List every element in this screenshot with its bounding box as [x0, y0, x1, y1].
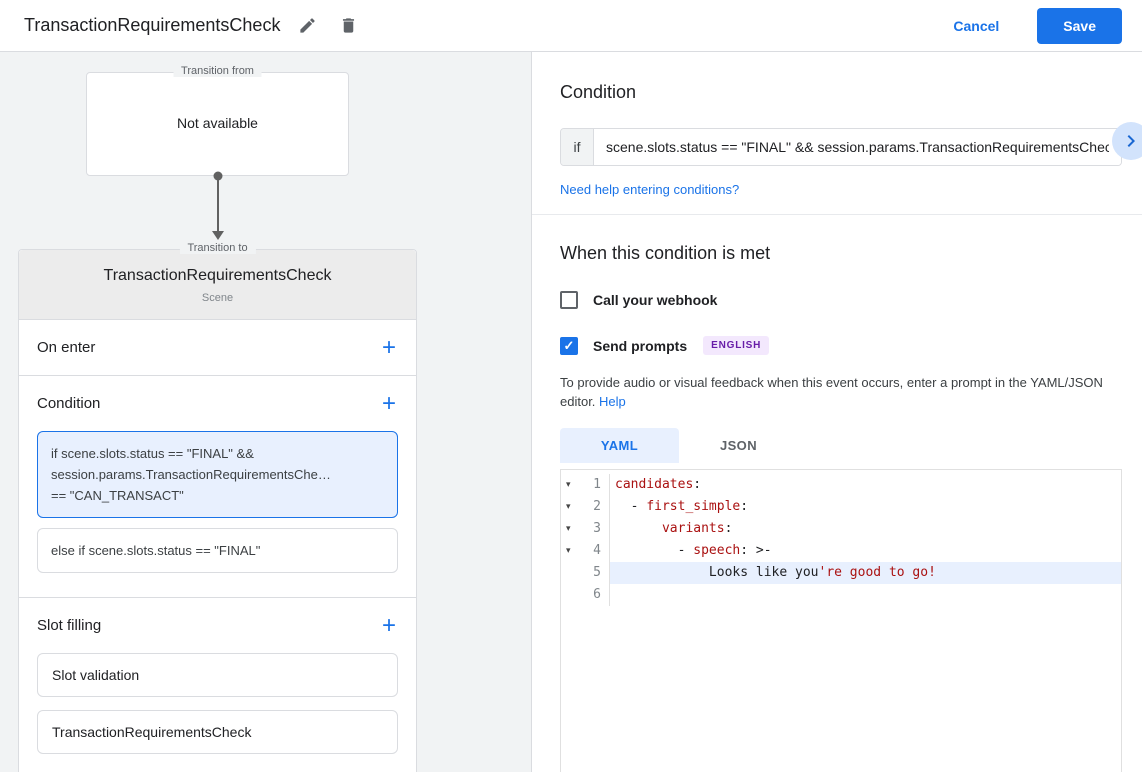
code-line-active: 5 Looks like you're good to go! [561, 562, 1121, 584]
condition-section: Condition + if scene.slots.status == "FI… [19, 376, 416, 598]
when-met-heading: When this condition is met [560, 243, 1122, 264]
fold-arrow-icon[interactable]: ▾ [561, 496, 577, 518]
send-prompts-checkbox[interactable]: ✓ [560, 337, 578, 355]
slot-card-validation[interactable]: Slot validation [37, 653, 398, 697]
webhook-row: Call your webhook [560, 291, 1122, 309]
condition-card-selected[interactable]: if scene.slots.status == "FINAL" && sess… [37, 431, 398, 518]
code-line: ▾ 2 - first_simple: [561, 496, 1121, 518]
line-number: 4 [577, 540, 601, 562]
transition-to-label: Transition to [179, 242, 255, 254]
prompt-description: To provide audio or visual feedback when… [560, 373, 1122, 411]
transition-to-box: Transition to TransactionRequirementsChe… [18, 249, 417, 772]
condition-expression-input[interactable] [594, 129, 1121, 165]
add-slot-button[interactable]: + [380, 616, 398, 636]
code-line: ▾ 1 candidates: [561, 474, 1121, 496]
language-badge: ENGLISH [703, 336, 769, 355]
collapse-panel-button[interactable] [1112, 122, 1142, 160]
scene-editor: TransactionRequirementsCheck Cancel Save… [0, 0, 1142, 772]
pencil-icon [298, 16, 317, 35]
checkmark-icon: ✓ [564, 339, 575, 352]
on-enter-label: On enter [37, 339, 95, 356]
save-button[interactable]: Save [1037, 8, 1122, 44]
header: TransactionRequirementsCheck Cancel Save [0, 0, 1142, 52]
fold-arrow-icon[interactable]: ▾ [561, 474, 577, 496]
plus-icon: + [382, 390, 396, 417]
send-prompts-row: ✓ Send prompts ENGLISH [560, 336, 1122, 355]
line-number: 5 [577, 562, 601, 584]
add-condition-button[interactable]: + [380, 394, 398, 414]
editor-tabs: YAML JSON [560, 428, 1122, 463]
plus-icon: + [382, 334, 396, 361]
delete-scene-button[interactable] [335, 12, 362, 39]
code-line: ▾ 4 - speech: >- [561, 540, 1121, 562]
conditions-help-link[interactable]: Need help entering conditions? [560, 182, 739, 197]
fold-arrow-icon[interactable]: ▾ [561, 518, 577, 540]
line-number: 6 [577, 584, 601, 606]
if-label: if [561, 129, 594, 165]
code-line: ▾ 3 variants: [561, 518, 1121, 540]
edit-title-button[interactable] [294, 12, 321, 39]
trash-icon [339, 16, 358, 35]
main-content: Transition from Not available Transition… [0, 52, 1142, 772]
on-enter-section: On enter + [19, 320, 416, 376]
line-number: 3 [577, 518, 601, 540]
add-on-enter-button[interactable]: + [380, 338, 398, 358]
plus-icon: + [382, 612, 396, 639]
scene-card-header[interactable]: TransactionRequirementsCheck Scene [19, 250, 416, 320]
condition-section-label: Condition [37, 395, 100, 412]
help-link[interactable]: Help [599, 394, 626, 409]
slot-filling-section: Slot filling + Slot validation Transacti… [19, 598, 416, 772]
transition-arrow-icon [18, 176, 417, 249]
condition-detail-panel: Condition if Need help entering conditio… [532, 52, 1142, 772]
scene-type: Scene [29, 292, 406, 304]
webhook-label: Call your webhook [593, 292, 717, 308]
line-number: 2 [577, 496, 601, 518]
slot-filling-label: Slot filling [37, 617, 101, 634]
tab-json[interactable]: JSON [679, 428, 798, 463]
line-number: 1 [577, 474, 601, 496]
chevron-right-icon [1119, 129, 1142, 153]
transition-from-box: Transition from Not available [86, 72, 349, 176]
condition-expression-group: if [560, 128, 1122, 166]
condition-card[interactable]: else if scene.slots.status == "FINAL" [37, 528, 398, 573]
condition-heading: Condition [560, 82, 636, 103]
fold-arrow-icon[interactable]: ▾ [561, 540, 577, 562]
send-prompts-label: Send prompts [593, 338, 687, 354]
scene-graph-panel: Transition from Not available Transition… [0, 52, 532, 772]
transition-from-content: Not available [87, 73, 348, 131]
yaml-editor[interactable]: ▾ 1 candidates: ▾ 2 - first_simple: ▾ [560, 469, 1122, 772]
webhook-checkbox[interactable] [560, 291, 578, 309]
slot-card-transaction-requirements[interactable]: TransactionRequirementsCheck [37, 710, 398, 754]
code-line: 6 [561, 584, 1121, 606]
cancel-button[interactable]: Cancel [953, 18, 999, 34]
scene-name: TransactionRequirementsCheck [29, 267, 406, 285]
tab-yaml[interactable]: YAML [560, 428, 679, 463]
transition-from-label: Transition from [173, 65, 262, 77]
header-actions: Cancel Save [953, 8, 1122, 44]
panel-divider [532, 214, 1142, 215]
page-title: TransactionRequirementsCheck [24, 15, 280, 36]
